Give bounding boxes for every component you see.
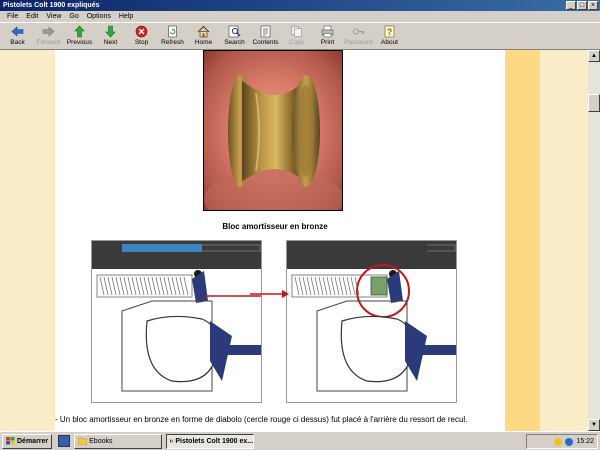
bronze-buffer-image bbox=[204, 75, 342, 210]
right-gold-band bbox=[505, 50, 540, 431]
maximize-button[interactable]: □ bbox=[577, 1, 587, 10]
home-button[interactable]: Home bbox=[188, 23, 219, 50]
contents-button[interactable]: Contents bbox=[250, 23, 281, 50]
back-button[interactable]: Back bbox=[2, 23, 33, 50]
stop-button[interactable]: Stop bbox=[126, 23, 157, 50]
contents-icon bbox=[260, 25, 271, 38]
next-button[interactable]: Next bbox=[95, 23, 126, 50]
next-label: Next bbox=[103, 39, 118, 46]
system-tray: 15:22 bbox=[526, 434, 598, 449]
menu-options[interactable]: Options bbox=[83, 11, 115, 22]
right-decorative-band bbox=[540, 50, 588, 431]
search-icon bbox=[228, 25, 241, 38]
tray-network-icon[interactable] bbox=[554, 437, 563, 446]
mechanism-diagram-before bbox=[91, 240, 262, 403]
body-paragraph: - Un bloc amortisseur en bronze en forme… bbox=[55, 415, 468, 424]
arrow-down-icon bbox=[105, 25, 116, 38]
menu-file[interactable]: File bbox=[3, 11, 22, 22]
scroll-up-button[interactable]: ▲ bbox=[588, 50, 600, 62]
menu-go[interactable]: Go bbox=[65, 11, 82, 22]
forward-button[interactable]: Forward bbox=[33, 23, 64, 50]
menu-edit[interactable]: Edit bbox=[22, 11, 42, 22]
refresh-button[interactable]: Refresh bbox=[157, 23, 188, 50]
password-button[interactable]: Password bbox=[343, 23, 374, 50]
print-icon bbox=[321, 25, 334, 38]
title-bar: Pistolets Colt 1900 expliqués _ □ × bbox=[0, 0, 600, 11]
stop-icon bbox=[135, 25, 148, 38]
tray-volume-icon[interactable] bbox=[565, 437, 574, 446]
scroll-thumb[interactable] bbox=[588, 94, 600, 112]
print-label: Print bbox=[320, 39, 335, 46]
search-button[interactable]: Search bbox=[219, 23, 250, 50]
bronze-buffer-photo bbox=[203, 50, 343, 211]
diagram-after-drawing bbox=[287, 241, 456, 392]
forward-label: Forward bbox=[36, 39, 61, 46]
search-label: Search bbox=[224, 39, 245, 46]
close-button[interactable]: × bbox=[588, 1, 598, 10]
refresh-icon bbox=[168, 25, 177, 38]
previous-label: Previous bbox=[66, 39, 93, 46]
password-icon bbox=[353, 28, 364, 35]
home-icon bbox=[197, 25, 210, 38]
arrow-right-icon bbox=[42, 26, 55, 37]
left-decorative-band bbox=[0, 50, 55, 431]
task-ebooks-label: Ebooks bbox=[89, 437, 113, 445]
copy-button[interactable]: Copy bbox=[281, 23, 312, 50]
start-button[interactable]: Démarrer bbox=[2, 433, 53, 449]
about-button[interactable]: ? About bbox=[374, 23, 405, 50]
menu-help[interactable]: Help bbox=[115, 11, 137, 22]
windows-logo-icon bbox=[6, 437, 15, 445]
minimize-button[interactable]: _ bbox=[566, 1, 576, 10]
quick-launch-icon[interactable] bbox=[58, 435, 71, 447]
ebook-app-icon bbox=[170, 439, 174, 443]
red-arrow bbox=[250, 290, 289, 298]
toolbar: Back Forward Previous Next Stop Refresh … bbox=[0, 22, 600, 50]
taskbar: Démarrer Ebooks Pistolets Colt 1900 ex..… bbox=[0, 431, 600, 450]
task-pistolets-label: Pistolets Colt 1900 ex... bbox=[175, 437, 254, 445]
copy-label: Copy bbox=[288, 39, 305, 46]
window-title: Pistolets Colt 1900 expliqués bbox=[3, 2, 100, 9]
task-pistolets[interactable]: Pistolets Colt 1900 ex... bbox=[166, 433, 255, 449]
svg-text:?: ? bbox=[387, 27, 393, 37]
copy-icon bbox=[291, 26, 302, 37]
print-button[interactable]: Print bbox=[312, 23, 343, 50]
about-label: About bbox=[381, 39, 398, 46]
clock: 15:22 bbox=[576, 438, 594, 445]
back-label: Back bbox=[10, 39, 25, 46]
refresh-label: Refresh bbox=[161, 39, 184, 46]
folder-icon bbox=[78, 437, 88, 445]
password-label: Password bbox=[344, 39, 373, 46]
menu-bar: File Edit View Go Options Help bbox=[0, 11, 600, 22]
menu-view[interactable]: View bbox=[42, 11, 65, 22]
stop-label: Stop bbox=[134, 39, 149, 46]
diagram-before-drawing bbox=[92, 241, 261, 392]
scroll-down-button[interactable]: ▼ bbox=[588, 419, 600, 431]
photo-caption: Bloc amortisseur en bronze bbox=[222, 222, 328, 231]
content-area: Bloc amortisseur en bronze - Un bloc amo… bbox=[0, 50, 588, 431]
window-controls: _ □ × bbox=[566, 1, 598, 10]
task-ebooks[interactable]: Ebooks bbox=[74, 433, 163, 449]
vertical-scrollbar[interactable]: ▲ ▼ bbox=[588, 50, 600, 431]
about-icon: ? bbox=[384, 25, 395, 38]
arrow-left-icon bbox=[11, 26, 24, 37]
contents-label: Contents bbox=[252, 39, 279, 46]
previous-button[interactable]: Previous bbox=[64, 23, 95, 50]
start-label: Démarrer bbox=[17, 437, 49, 445]
home-label: Home bbox=[194, 39, 213, 46]
arrow-up-icon bbox=[74, 25, 85, 38]
mechanism-diagram-after bbox=[286, 240, 457, 403]
